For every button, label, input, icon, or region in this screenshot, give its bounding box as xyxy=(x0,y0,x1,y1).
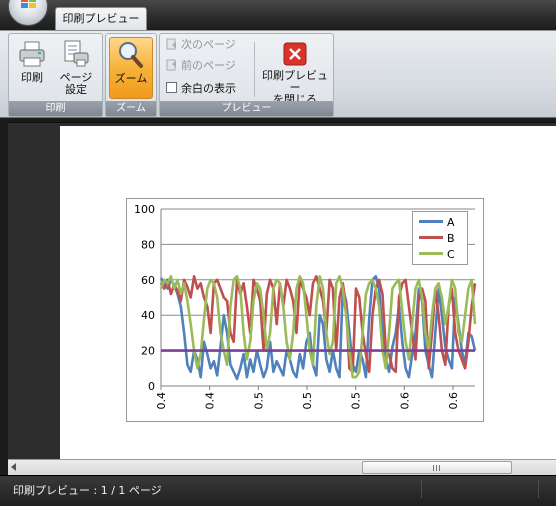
x-tick-label: 0.5 xyxy=(301,392,314,410)
x-tick-label: 0.6 xyxy=(398,392,411,410)
page-setup-label-2: 設定 xyxy=(65,83,87,96)
printer-icon xyxy=(19,41,45,67)
ribbon: 印刷 ページ 設定 印刷 ズーム ズーム 次のページ 前のページ 余白の表示 印… xyxy=(0,30,556,118)
close-preview-button[interactable]: 印刷プレビュー を閉じる xyxy=(257,37,333,106)
legend-swatch-b xyxy=(419,236,443,239)
x-tick-label: 0.5 xyxy=(252,392,265,410)
x-tick-label: 0.4 xyxy=(204,392,217,410)
y-tick-label: 20 xyxy=(141,345,155,358)
checkbox-icon[interactable] xyxy=(166,82,177,93)
x-tick-label: 0.6 xyxy=(447,392,460,410)
next-page-label: 次のページ xyxy=(181,38,236,51)
page-setup-button[interactable]: ページ 設定 xyxy=(55,37,97,99)
preview-page: 0 20 40 60 80 100 0.4 0.4 0.5 0.5 0.5 0.6 0.6 A B C xyxy=(60,126,556,460)
prev-page-icon xyxy=(166,59,176,71)
preview-group: 次のページ 前のページ 余白の表示 印刷プレビュー を閉じる プレビュー xyxy=(159,33,334,117)
x-tick-label: 0.4 xyxy=(155,392,168,410)
legend-swatch-c xyxy=(419,252,443,255)
scroll-left-icon[interactable] xyxy=(11,463,16,471)
office-logo-icon xyxy=(21,0,37,9)
y-tick-label: 0 xyxy=(148,380,155,393)
legend-item-b: B xyxy=(419,231,455,247)
magnifier-icon xyxy=(119,42,143,68)
preview-group-label: プレビュー xyxy=(160,101,333,116)
y-tick-label: 60 xyxy=(141,274,155,287)
print-group-label: 印刷 xyxy=(9,101,102,116)
group-separator xyxy=(254,42,255,97)
status-bar: 印刷プレビュー : 1 / 1 ページ xyxy=(0,475,556,506)
legend-swatch-a xyxy=(419,220,443,223)
chart-legend: A B C xyxy=(412,211,468,265)
zoom-button-label: ズーム xyxy=(114,72,148,85)
tab-print-preview[interactable]: 印刷プレビュー xyxy=(55,7,147,31)
prev-page-label: 前のページ xyxy=(181,59,236,72)
office-button[interactable] xyxy=(8,0,48,26)
print-button[interactable]: 印刷 xyxy=(13,37,51,97)
next-page-icon xyxy=(166,38,176,50)
title-bar: 印刷プレビュー xyxy=(0,0,556,31)
status-separator xyxy=(538,480,539,498)
close-preview-label-1: 印刷プレビュー xyxy=(262,69,328,94)
chart: 0 20 40 60 80 100 0.4 0.4 0.5 0.5 0.5 0.6 0.6 A B C xyxy=(126,198,484,422)
prev-page-button[interactable]: 前のページ xyxy=(166,58,236,74)
page-setup-icon xyxy=(64,40,89,67)
y-tick-label: 80 xyxy=(141,238,155,251)
zoom-group: ズーム ズーム xyxy=(105,33,157,117)
horizontal-scrollbar[interactable] xyxy=(8,459,556,475)
scrollbar-thumb[interactable] xyxy=(362,461,512,474)
x-tick-label: 0.5 xyxy=(350,392,363,410)
preview-area[interactable]: 0 20 40 60 80 100 0.4 0.4 0.5 0.5 0.5 0.6 0.6 A B C xyxy=(8,122,556,460)
y-tick-label: 100 xyxy=(134,203,155,216)
close-icon xyxy=(283,42,307,66)
zoom-group-label: ズーム xyxy=(106,101,156,116)
legend-label-a: A xyxy=(447,216,455,229)
legend-item-c: C xyxy=(419,247,455,263)
legend-label-b: B xyxy=(447,232,455,245)
y-tick-label: 40 xyxy=(141,309,155,322)
legend-item-a: A xyxy=(419,215,455,231)
show-margins-checkbox[interactable]: 余白の表示 xyxy=(166,81,236,97)
status-separator xyxy=(421,480,422,498)
next-page-button[interactable]: 次のページ xyxy=(166,37,236,53)
legend-label-c: C xyxy=(447,248,455,261)
status-text: 印刷プレビュー : 1 / 1 ページ xyxy=(13,484,162,497)
show-margins-label: 余白の表示 xyxy=(181,82,236,95)
print-button-label: 印刷 xyxy=(21,71,43,84)
print-group: 印刷 ページ 設定 印刷 xyxy=(8,33,103,117)
scrollbar-grip-icon xyxy=(433,465,442,471)
zoom-button[interactable]: ズーム xyxy=(109,37,153,99)
